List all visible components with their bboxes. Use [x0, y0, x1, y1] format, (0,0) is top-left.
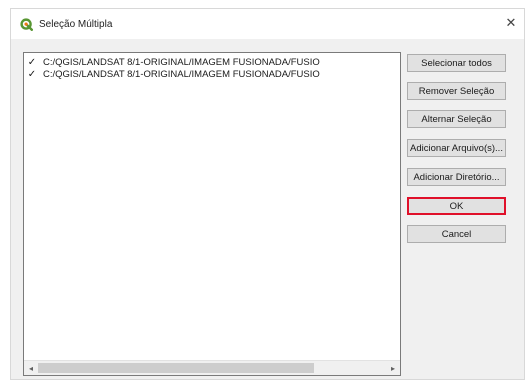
ok-button[interactable]: OK [407, 197, 506, 215]
file-path-label: C:/QGIS/LANDSAT 8/1-ORIGINAL/IMAGEM FUSI… [43, 68, 320, 80]
add-directory-button[interactable]: Adicionar Diretório... [407, 168, 506, 186]
scrollbar-thumb[interactable] [38, 363, 314, 373]
scroll-right-icon[interactable]: ▸ [386, 361, 400, 375]
checkbox-checked-icon[interactable]: ✓ [27, 57, 37, 68]
close-icon[interactable]: ✕ [502, 14, 520, 32]
list-item[interactable]: ✓ C:/QGIS/LANDSAT 8/1-ORIGINAL/IMAGEM FU… [27, 68, 320, 80]
horizontal-scrollbar[interactable]: ◂ ▸ [24, 360, 400, 375]
select-all-button[interactable]: Selecionar todos [407, 54, 506, 72]
scroll-left-icon[interactable]: ◂ [24, 361, 38, 375]
file-list[interactable]: ✓ C:/QGIS/LANDSAT 8/1-ORIGINAL/IMAGEM FU… [23, 52, 401, 376]
qgis-logo-icon [20, 17, 33, 31]
checkbox-checked-icon[interactable]: ✓ [27, 69, 37, 80]
window-title: Seleção Múltipla [39, 18, 113, 30]
list-item[interactable]: ✓ C:/QGIS/LANDSAT 8/1-ORIGINAL/IMAGEM FU… [27, 56, 320, 68]
title-bar: Seleção Múltipla ✕ [11, 9, 524, 39]
multiple-selection-dialog: Seleção Múltipla ✕ ✓ C:/QGIS/LANDSAT 8/1… [10, 8, 525, 380]
remove-selection-button[interactable]: Remover Seleção [407, 82, 506, 100]
file-path-label: C:/QGIS/LANDSAT 8/1-ORIGINAL/IMAGEM FUSI… [43, 56, 320, 68]
cancel-button[interactable]: Cancel [407, 225, 506, 243]
toggle-selection-button[interactable]: Alternar Seleção [407, 110, 506, 128]
add-files-button[interactable]: Adicionar Arquivo(s)... [407, 139, 506, 157]
